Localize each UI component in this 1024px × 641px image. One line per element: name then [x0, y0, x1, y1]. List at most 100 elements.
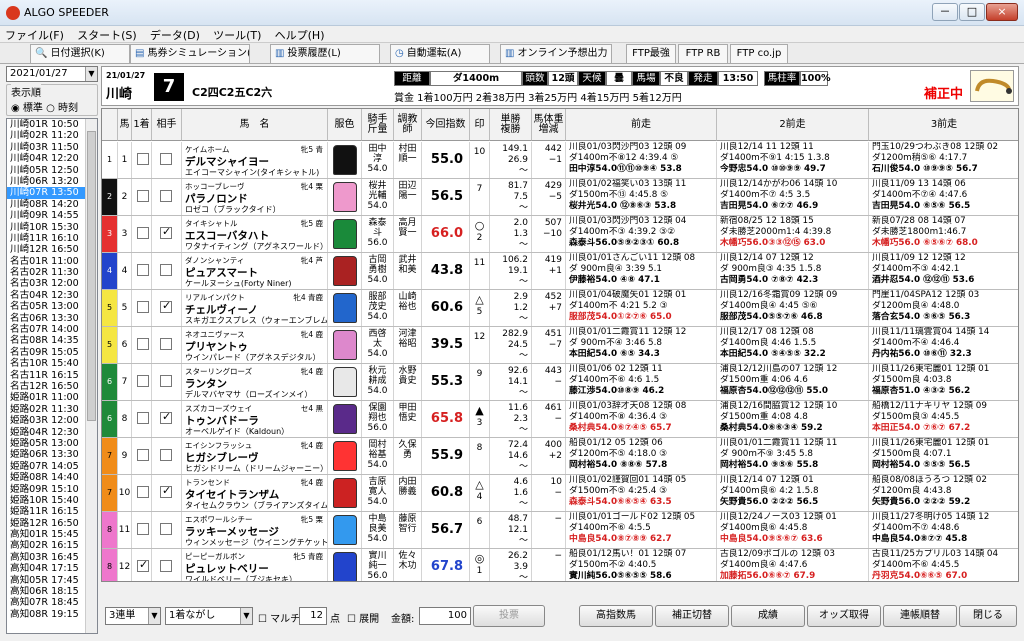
horse-row[interactable]: 5 6 ネオユニヴァース 牝4 鹿プリヤントゥ ウインパレード（アグネスデジタル） … — [102, 327, 1018, 364]
race-list-item[interactable]: 川崎08R 14:20 — [7, 199, 97, 210]
race-list-item[interactable]: 高知04R 17:15 — [7, 563, 97, 574]
col-silks[interactable]: 服色 — [328, 109, 362, 141]
col-odds[interactable]: 単勝 複勝 — [490, 109, 532, 141]
col-weight[interactable]: 馬体重 増減 — [532, 109, 566, 141]
horse-row[interactable]: 4 4 ダノンシャンティ 牝4 芦ピュアスマート ケールヌーシュ(Forty Nin… — [102, 253, 1018, 290]
first-checkbox[interactable] — [132, 549, 152, 581]
prev-race-2[interactable]: 川良12/14かがわ06 14頭 10 ダ1400m不⑦ 4:5 3.5 吉田晃54… — [717, 179, 869, 215]
race-list-item[interactable]: 川崎06R 13:20 — [7, 176, 97, 187]
prev-race-3[interactable]: 川良11/27冬明け05 14頭 12 ダ1400m不⑦ 4:48.6 中島良54.… — [869, 512, 1018, 548]
horse-name-cell[interactable]: エイシンフラッシュ 牝4 鹿ヒガシブレーヴ ヒガシドリーム（ドリームジャーニー） — [182, 438, 328, 474]
race-list-item[interactable]: 川崎01R 10:50 — [7, 119, 97, 130]
race-list-item[interactable]: 名古08R 14:35 — [7, 335, 97, 346]
ftp-strongest-button[interactable]: FTP最強 — [626, 44, 676, 64]
race-list-item[interactable]: 姫路05R 13:00 — [7, 438, 97, 449]
race-list-item[interactable]: 川崎03R 11:50 — [7, 142, 97, 153]
prev-race-3[interactable]: 新良07/28 08 14頭 07 ダ未勝芝1800m1:46.7 木幡巧56.0 … — [869, 216, 1018, 252]
horse-row[interactable]: 2 2 ホッコーブレーヴ 牝4 栗パラノロンド ロゼコ（ブラックタイド） 桜井 光輔… — [102, 179, 1018, 216]
race-list-item[interactable]: 名古02R 11:30 — [7, 267, 97, 278]
horse-row[interactable]: 7 10 トランセンド牝4 鹿タイセイトランザムタイセムクラウン（ブライアンズタ… — [102, 475, 1018, 512]
partner-checkbox[interactable] — [152, 438, 182, 474]
race-list-item[interactable]: 名古12R 16:50 — [7, 381, 97, 392]
bet-mode-select[interactable]: 1着ながし ▼ — [165, 607, 253, 625]
race-list-item[interactable]: 高知07R 18:45 — [7, 597, 97, 608]
race-list-item[interactable]: 姫路04R 12:30 — [7, 427, 97, 438]
horse-row[interactable]: 1 1 ケイムホーム 牝5 青デルマシャイヨー エイコーマシャイン(タイキシャトル)… — [102, 142, 1018, 179]
horse-name-cell[interactable]: リアルインパクト 牝4 青鹿 チェルヴィーノ スキガエクスプレス（ウォーエンブレム） — [182, 290, 328, 326]
race-list-item[interactable]: 川崎12R 16:50 — [7, 244, 97, 255]
first-checkbox[interactable] — [132, 364, 152, 400]
col-horse-number[interactable]: 馬 — [118, 109, 132, 141]
date-dropdown[interactable]: 2021/01/27 ▼ — [6, 66, 98, 82]
prev-race-3[interactable]: 古良11/25カプリル03 14頭 04 ダ1400m不⑥ 4:45.5 丹羽克54… — [869, 549, 1018, 581]
ftp-cojp-button[interactable]: FTP co.jp — [730, 44, 788, 64]
race-list-item[interactable]: 高知05R 17:45 — [7, 575, 97, 586]
race-list-item[interactable]: 名古05R 13:00 — [7, 301, 97, 312]
partner-checkbox[interactable] — [152, 475, 182, 511]
col-first[interactable]: 1着 — [132, 109, 152, 141]
race-list-item[interactable]: 姫路02R 11:30 — [7, 404, 97, 415]
high-index-button[interactable]: 高指数馬 — [579, 605, 653, 627]
horse-name-cell[interactable]: スターリングローズ 牝4 鹿ランタン デルマバヤマサ（ローズインメイ） — [182, 364, 328, 400]
first-checkbox[interactable] — [132, 401, 152, 437]
online-prediction-button[interactable]: ▥ オンライン予想出力 — [500, 44, 612, 64]
prev-race-3[interactable]: 川良11/09 12 12頭 12 ダ1400m不③ 4:42.1 酒井忍54.0 … — [869, 253, 1018, 289]
horseshoe-icon[interactable] — [970, 70, 1014, 102]
prev-race-2[interactable]: 浦良12/12川島の07 12頭 12 ダ1500m重 4:06 4.6 福原杏54… — [717, 364, 869, 400]
partner-checkbox[interactable] — [152, 179, 182, 215]
prev-race-3[interactable]: 川良11/09 13 14頭 06 ダ1400m不⑦④ 4:47.6 吉田晃54.0… — [869, 179, 1018, 215]
race-list-item[interactable]: 川崎10R 15:30 — [7, 222, 97, 233]
prev-race-2[interactable]: 川良12/14 07 12頭 12 ダ 900m良③ 4:35 1.5.8 古岡勇5… — [717, 253, 869, 289]
spread-checkbox[interactable]: ☐ 展開 — [347, 610, 379, 625]
prev-race-2[interactable]: 川良12/17 08 12頭 08 ダ1400m良 4:46 1.5.5 本田紀54… — [717, 327, 869, 363]
race-list-item[interactable]: 名古01R 11:00 — [7, 256, 97, 267]
prev-race-3[interactable]: 船良08/08ほうろつ 12頭 02 ダ1200m良 4:43.8 矢野貴56.0 … — [869, 475, 1018, 511]
first-checkbox[interactable] — [132, 475, 152, 511]
horse-name-cell[interactable]: トランセンド 牝4 鹿タイセイトランザム タイセムクラウン（ブライアンズタイム） — [182, 475, 328, 511]
horse-name-cell[interactable]: ホッコーブレーヴ 牝4 栗パラノロンド ロゼコ（ブラックタイド） — [182, 179, 328, 215]
close-button[interactable]: 閉じる — [959, 605, 1017, 627]
horse-row[interactable]: 8 11 エスポワールシチー 牝5 栗ラッキーメッセージ ウィンメッセージ（ウイニン… — [102, 512, 1018, 549]
col-horse-name[interactable]: 馬 名 — [182, 109, 328, 141]
prev-race-1[interactable]: 川良01/01ゴールド02 12頭 05 ダ1400m不⑥ 4:5.5 中島良54.… — [566, 512, 717, 548]
race-list-item[interactable]: 川崎11R 16:10 — [7, 233, 97, 244]
race-list-item[interactable]: 姫路08R 14:40 — [7, 472, 97, 483]
race-list-item[interactable]: 高知03R 16:45 — [7, 552, 97, 563]
race-list-item[interactable]: 姫路06R 13:30 — [7, 449, 97, 460]
horse-row[interactable]: 7 9 エイシンフラッシュ 牝4 鹿ヒガシブレーヴ ヒガシドリーム（ドリームジャーニ… — [102, 438, 1018, 475]
col-prev3[interactable]: 3前走 — [869, 109, 1018, 141]
prev-race-3[interactable]: 船橋12/11ナキリヤ 12頭 09 ダ1500m良③ 4:45.5 本田正54.0… — [869, 401, 1018, 437]
first-checkbox[interactable] — [132, 179, 152, 215]
race-list-item[interactable]: 姫路01R 11:00 — [7, 392, 97, 403]
race-list-item[interactable]: 名古06R 13:30 — [7, 313, 97, 324]
prev-race-2[interactable]: 川良12/24ノース03 12頭 01 ダ1400m良⑥ 4:45.8 中島良54.… — [717, 512, 869, 548]
partner-checkbox[interactable] — [152, 216, 182, 252]
vote-button[interactable]: 投票 — [473, 605, 545, 627]
race-list-scrollbar[interactable] — [85, 119, 97, 633]
first-checkbox[interactable] — [132, 142, 152, 178]
prev-race-2[interactable]: 川良01/01二霞賞11 12頭 11 ダ 900m不⑨ 3:45 5.8 岡村裕5… — [717, 438, 869, 474]
prev-race-2[interactable]: 古良12/09ポゴルの 12頭 03 ダ1400m良④ 4:47.6 加藤拓56.0… — [717, 549, 869, 581]
partner-checkbox[interactable] — [152, 364, 182, 400]
race-list-item[interactable]: 姫路10R 15:40 — [7, 495, 97, 506]
prev-race-1[interactable]: 川良01/01さんごい11 12頭 08 ダ 900m良④ 3:39 5.1 伊藤裕… — [566, 253, 717, 289]
prev-race-1[interactable]: 川良01/04破魔矢01 12頭 01 ダ1400m不 4:21 5.2 ③ 服部茂… — [566, 290, 717, 326]
race-list-item[interactable]: 名古10R 15:40 — [7, 358, 97, 369]
partner-checkbox[interactable] — [152, 142, 182, 178]
race-list-item[interactable]: 姫路07R 14:05 — [7, 461, 97, 472]
col-jockey[interactable]: 騎手 斤量 — [362, 109, 394, 141]
prev-race-3[interactable]: 川良11/26東宅麗01 12頭 01 ダ1500m良 4:07.1 岡村裕54.0… — [869, 438, 1018, 474]
sort-button[interactable]: 連帳順替 — [883, 605, 957, 627]
first-checkbox[interactable] — [132, 512, 152, 548]
race-list-item[interactable]: 姫路03R 12:00 — [7, 415, 97, 426]
date-select-button[interactable]: 🔍 日付選択(K) — [30, 44, 130, 64]
race-list-item[interactable]: 名古03R 12:00 — [7, 278, 97, 289]
col-trainer[interactable]: 調教 師 — [394, 109, 422, 141]
partner-checkbox[interactable] — [152, 327, 182, 363]
horse-name-cell[interactable]: ケイムホーム 牝5 青デルマシャイヨー エイコーマシャイン(タイキシャトル) — [182, 142, 328, 178]
horse-row[interactable]: 3 3 タイキシャトル牝5 鹿エスコーバタハトワタナイティング（アグネスワールド… — [102, 216, 1018, 253]
first-checkbox[interactable] — [132, 438, 152, 474]
col-index[interactable]: 今回指数 — [422, 109, 470, 141]
prev-race-1[interactable]: 川良01/06 02 12頭 11 ダ1400m不⑥ 4:6 1.5 藤江渉54.0… — [566, 364, 717, 400]
prev-race-1[interactable]: 船良01/12馬い！01 12頭 07 ダ1500m不② 4:40.5 實川純56.… — [566, 549, 717, 581]
